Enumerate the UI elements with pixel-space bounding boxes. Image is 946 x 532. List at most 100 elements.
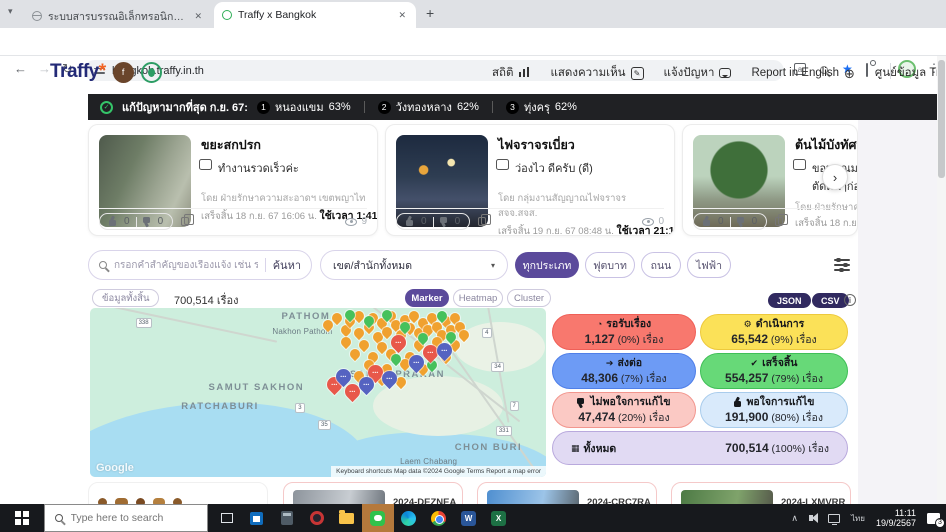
edge-icon[interactable] (394, 504, 424, 532)
report-card[interactable]: ขยะสกปรก ทำงานรวดเร็วค่ะ โดย ฝ่ายรักษาคว… (88, 124, 378, 236)
taskbar-search[interactable] (44, 504, 208, 532)
nav-report-english[interactable]: Report in English⊕ (751, 67, 854, 80)
traffy-favicon (222, 10, 232, 20)
share-copy-icon[interactable] (478, 217, 486, 226)
stat-card-satisfied[interactable]: พอใจการแก้ไข 191,900 (80%) เรื่อง (700, 392, 848, 428)
tray-chevron-icon[interactable]: ∧ (791, 513, 798, 524)
action-center-icon[interactable]: 3 (927, 513, 940, 524)
eye-icon (345, 218, 357, 226)
stat-card-forwarded[interactable]: ➔ส่งต่อ 48,306 (7%) เรื่อง (552, 353, 696, 389)
district-select[interactable]: เขต/สำนักทั้งหมด ▾ (320, 250, 508, 280)
excel-icon[interactable]: X (484, 504, 514, 532)
thumbs-up-icon[interactable] (406, 217, 415, 226)
like-count: 0 (124, 216, 130, 227)
dislike-count: 0 (158, 216, 164, 227)
thumbs-down-icon[interactable] (440, 217, 449, 226)
map-mode-cluster[interactable]: Cluster (507, 289, 551, 307)
traffy-logo-text: Traffy* (50, 61, 106, 83)
search-input[interactable] (114, 260, 258, 271)
scrollbar-thumb[interactable] (938, 60, 945, 178)
tab-close-icon[interactable]: ✕ (396, 10, 408, 21)
eye-icon (642, 218, 654, 226)
calculator-icon[interactable] (272, 504, 302, 532)
speech-icon (719, 68, 731, 78)
keyword-search[interactable]: ค้นหา (88, 250, 312, 280)
report-agency: โดย ฝ่ายรักษาความสะอาดฯ เขตพญาไท (201, 191, 369, 206)
ticker-divider (492, 101, 493, 113)
new-tab-button[interactable]: + (426, 5, 434, 21)
export-json-button[interactable]: JSON (768, 293, 811, 308)
browser-tab-active[interactable]: Traffy x Bangkok ✕ (214, 2, 416, 28)
thumbs-up-icon[interactable] (703, 217, 712, 226)
globe-favicon (32, 11, 42, 21)
nav-data-center[interactable]: ศูนย์ข้อมูล Traffy Fonduei (875, 64, 946, 82)
like-dislike-bar[interactable]: 0 0 (396, 213, 470, 230)
ticker-item: 1 หนองแขม63% (257, 98, 351, 116)
site-logo[interactable]: Traffy* f (50, 61, 162, 83)
stats-info-icon[interactable]: i (844, 294, 856, 306)
network-icon[interactable] (828, 514, 840, 523)
map-attribution[interactable]: Keyboard shortcuts Map data ©2024 Google… (331, 466, 546, 477)
filter-chip-footpath[interactable]: ฟุตบาท (585, 252, 635, 278)
google-map[interactable]: PATHOM Nakhon Pathom RATCHABURI SAMUT SA… (90, 308, 546, 477)
browser-ring-app-icon[interactable] (302, 504, 332, 532)
bangkok-seal-icon (141, 62, 162, 83)
ticker-divider (364, 101, 365, 113)
search-button[interactable]: ค้นหา (273, 256, 301, 274)
task-view-button[interactable] (212, 504, 242, 532)
filter-chip-road[interactable]: ถนน (641, 252, 681, 278)
file-explorer-icon[interactable] (332, 504, 362, 532)
report-card[interactable]: ไฟจราจรเบี่ยว ว่องไว ดีครับ (ดี) โดย กลุ… (385, 124, 675, 236)
thumbs-down-icon[interactable] (143, 217, 152, 226)
tab-search-chevron-icon[interactable]: ▾ (8, 6, 13, 17)
start-button[interactable] (15, 511, 29, 525)
share-copy-icon[interactable] (775, 217, 783, 226)
chrome-icon[interactable] (424, 504, 454, 532)
map-mode-heatmap[interactable]: Heatmap (453, 289, 503, 307)
main-nav: สถิติ แสดงความเห็น✎ แจ้งปัญหา Report in … (492, 64, 946, 82)
line-app-icon[interactable] (362, 504, 394, 532)
nav-report-problem[interactable]: แจ้งปัญหา (664, 64, 732, 82)
stat-card-total[interactable]: ▦ทั้งหมด 700,514 (100%) เรื่อง (552, 431, 848, 465)
windows-taskbar: W X ∧ ไทย 11:1119/9/2567 3 (0, 504, 946, 532)
list-icon: ▦ (571, 443, 580, 454)
carousel-next-button[interactable]: › (822, 164, 848, 190)
screen: ▾ ระบบสารบรรณอิเล็กทรอนิกส์ของกรุ... ✕ T… (0, 0, 946, 532)
report-comment: ทำงานรวดเร็วค่ะ (218, 159, 299, 177)
map-mode-marker[interactable]: Marker (405, 289, 449, 307)
nav-feedback[interactable]: แสดงความเห็น✎ (550, 64, 643, 82)
filter-chip-all-types[interactable]: ทุกประเภท (515, 252, 579, 278)
microsoft-store-icon[interactable] (242, 504, 272, 532)
thumbs-up-icon[interactable] (109, 217, 118, 226)
dislike-count: 0 (455, 216, 461, 227)
browser-tab-inactive[interactable]: ระบบสารบรรณอิเล็กทรอนิกส์ของกรุ... ✕ (24, 4, 212, 28)
word-icon[interactable]: W (454, 504, 484, 532)
logo-star: * (99, 61, 106, 82)
tab-close-icon[interactable]: ✕ (192, 11, 204, 22)
search-icon (55, 514, 63, 522)
filter-chip-electric[interactable]: ไฟฟ้า (687, 252, 731, 278)
google-logo: Google (96, 462, 134, 474)
nav-statistics[interactable]: สถิติ (492, 64, 530, 82)
like-dislike-bar[interactable]: 0 0 (693, 213, 767, 230)
language-indicator[interactable]: ไทย (851, 512, 865, 525)
clock[interactable]: 11:1119/9/2567 (876, 508, 916, 529)
comment-icon (201, 161, 212, 170)
stat-card-unsatisfied[interactable]: ไม่พอใจการแก้ไข 47,474 (20%) เรื่อง (552, 392, 696, 428)
view-counter: 9 (345, 216, 367, 227)
total-data-chip[interactable]: ข้อมูลทั้งสิ้น (92, 289, 159, 307)
volume-icon[interactable] (809, 515, 813, 521)
comment-icon (498, 161, 509, 170)
thumbs-down-icon[interactable] (737, 217, 746, 226)
search-icon (99, 261, 107, 269)
taskbar-search-input[interactable] (71, 512, 191, 524)
share-copy-icon[interactable] (181, 217, 189, 226)
back-button[interactable]: ← (14, 61, 27, 76)
stat-card-pending[interactable]: ◔รอรับเรื่อง 1,127 (0%) เรื่อง (552, 314, 696, 350)
like-dislike-bar[interactable]: 0 0 (99, 213, 173, 230)
stat-card-finished[interactable]: ✔เสร็จสิ้น 554,257 (79%) เรื่อง (700, 353, 848, 389)
advanced-filter-icon[interactable] (834, 256, 850, 270)
district-select-value: เขต/สำนักทั้งหมด (333, 257, 412, 274)
rank-badge: 3 (506, 101, 519, 114)
stat-card-in-progress[interactable]: ⚙ดำเนินการ 65,542 (9%) เรื่อง (700, 314, 848, 350)
